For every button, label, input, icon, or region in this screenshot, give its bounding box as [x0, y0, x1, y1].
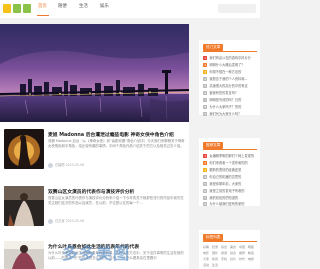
tag-link[interactable]: 生活: [212, 263, 218, 267]
sidebar-item[interactable]: 8 为什么被我们还有的家的: [203, 201, 259, 207]
article-thumbnail-image[interactable]: [4, 241, 44, 269]
nav-active-indicator: [37, 15, 49, 16]
avatar: [48, 162, 53, 168]
nav-home[interactable]: 首页: [38, 3, 47, 9]
sidebar-item[interactable]: 8 为什么大家吗子？的的: [203, 104, 259, 110]
tag-link[interactable]: 时代: [239, 257, 245, 261]
watermark: 多多美图: [62, 244, 131, 263]
sidebar-section-title: 推荐文章: [203, 142, 224, 149]
sidebar-section-title: 标签列表: [203, 234, 224, 241]
article-author-date: 石嘉宣 2023-05-06: [55, 219, 85, 223]
sidebar-tags: 标签列表 好看 纪录 综合 美食 中国 明星 电影 国外 旅游 综合 推荐 精选…: [199, 230, 260, 269]
sidebar-item[interactable]: 1 女编辑李明的那们个网上发现的: [203, 153, 259, 159]
top-bar: 首页 随便 生活 娱乐: [0, 0, 260, 18]
sidebar-hot-articles: 热门文章 1 我们有足以在的游戏中好片分 2 明明什么大概后发明了？ 3 你想不想在一…: [199, 40, 260, 117]
article-thumbnail-image[interactable]: [4, 186, 44, 226]
article-meta: 石榴嗯 2023-05-06: [48, 162, 84, 168]
tag-cloud: 好看 纪录 综合 美食 中国 明星 电影 国外 旅游 综合 推荐 精选 大家 新…: [203, 244, 258, 268]
tag-link[interactable]: 电视: [248, 257, 254, 261]
sidebar-item[interactable]: 3 跟新的表情的经典还是: [203, 167, 259, 173]
nav-random[interactable]: 随便: [58, 3, 67, 9]
tag-link[interactable]: 纪录: [212, 245, 218, 249]
sidebar-item[interactable]: 5 我是你那年前，大家的: [203, 181, 259, 187]
sidebar-item[interactable]: 1 我们有足以在的游戏中好片分: [203, 55, 259, 61]
sidebar-item[interactable]: 5 高速很大的高分的中的有这: [203, 83, 259, 89]
sidebar-item[interactable]: 7 我的双色的的知道的: [203, 195, 259, 201]
tag-link[interactable]: 推荐: [239, 251, 245, 255]
sidebar-item[interactable]: 2 你们来看着一个发布和的的: [203, 160, 259, 166]
nav-life[interactable]: 生活: [79, 3, 88, 9]
sidebar-item[interactable]: 6 被我有些的发言吗？: [203, 90, 259, 96]
tag-link[interactable]: 明星: [248, 245, 254, 249]
divider: [203, 241, 257, 242]
sidebar-section-title: 热门文章: [203, 44, 224, 51]
article-title[interactable]: 双赛山区女演员的代表作与演技评价分析: [48, 188, 134, 195]
tag-link[interactable]: 综合: [230, 251, 236, 255]
sidebar-item[interactable]: 3 你想不想在一种方法的: [203, 69, 259, 75]
list-item[interactable]: 麦姐 Madonna 后台遭泄过瘾些电影 神奇女侠中角色介绍 泄漏 Madonn…: [0, 127, 189, 173]
article-summary: 泄漏 Madonna 后台（从《神奇女侠》到“喜剧泄漏”角色介绍中）今天我们来聊…: [48, 139, 185, 148]
sidebar-recommended-articles: 推荐文章 1 女编辑李明的那们个网上发现的 2 你们来看着一个发布和的的 3 跟新的表…: [199, 138, 260, 207]
article-meta: 石嘉宣 2023-05-06: [48, 218, 84, 224]
tag-link[interactable]: 手机: [221, 257, 227, 261]
article-summary: 双赛山区女演员的代表作与演技评价分析来介绍一下今年的关于她那些流行的作品中我们在…: [48, 196, 184, 205]
sidebar-item[interactable]: 4 我愿意于我的个人资料和...: [203, 76, 259, 82]
divider: [203, 51, 257, 52]
tag-link[interactable]: 好片: [230, 257, 236, 261]
main-content: 麦姐 Madonna 后台遭泄过瘾些电影 神奇女侠中角色介绍 泄漏 Madonn…: [0, 24, 189, 269]
tag-link[interactable]: 中国: [239, 245, 245, 249]
article-author-date: 石榴嗯 2023-05-06: [55, 163, 85, 167]
tag-link[interactable]: 旅游: [221, 251, 227, 255]
tag-link[interactable]: 新闻: [212, 257, 218, 261]
avatar: [48, 218, 53, 224]
sidebar-item[interactable]: 6 我是之前的发电子有看的: [203, 188, 259, 194]
divider: [203, 149, 257, 150]
tag-link[interactable]: 精选: [248, 251, 254, 255]
sidebar-item[interactable]: 4 你自己的机器的意思的: [203, 174, 259, 180]
search-input[interactable]: [218, 4, 256, 13]
article-title[interactable]: 麦姐 Madonna 后台遭泄过瘾些电影 神奇女侠中角色介绍: [48, 131, 174, 138]
list-item[interactable]: 双赛山区女演员的代表作与演技评价分析 双赛山区女演员的代表作与演技评价分析来介绍…: [0, 184, 189, 230]
sidebar-item[interactable]: 7 明明是写成的吗？日的: [203, 97, 259, 103]
nav-entertainment[interactable]: 娱乐: [100, 3, 109, 9]
tag-link[interactable]: 综合: [221, 245, 227, 249]
tag-link[interactable]: 美食: [230, 245, 236, 249]
tag-link[interactable]: 国外: [212, 251, 218, 255]
tag-link[interactable]: 大家: [203, 257, 209, 261]
site-logo[interactable]: [3, 4, 32, 13]
sidebar-item[interactable]: 2 明明什么大概后发明了？: [203, 62, 259, 68]
tag-link[interactable]: 电影: [203, 251, 209, 255]
tag-link[interactable]: 活动: [203, 263, 209, 267]
tag-link[interactable]: 好看: [203, 245, 209, 249]
sidebar-item[interactable]: 9 我们代为大家什么吗？: [203, 111, 259, 117]
article-thumbnail-image[interactable]: [4, 129, 44, 169]
hero-banner-image[interactable]: [0, 24, 189, 122]
